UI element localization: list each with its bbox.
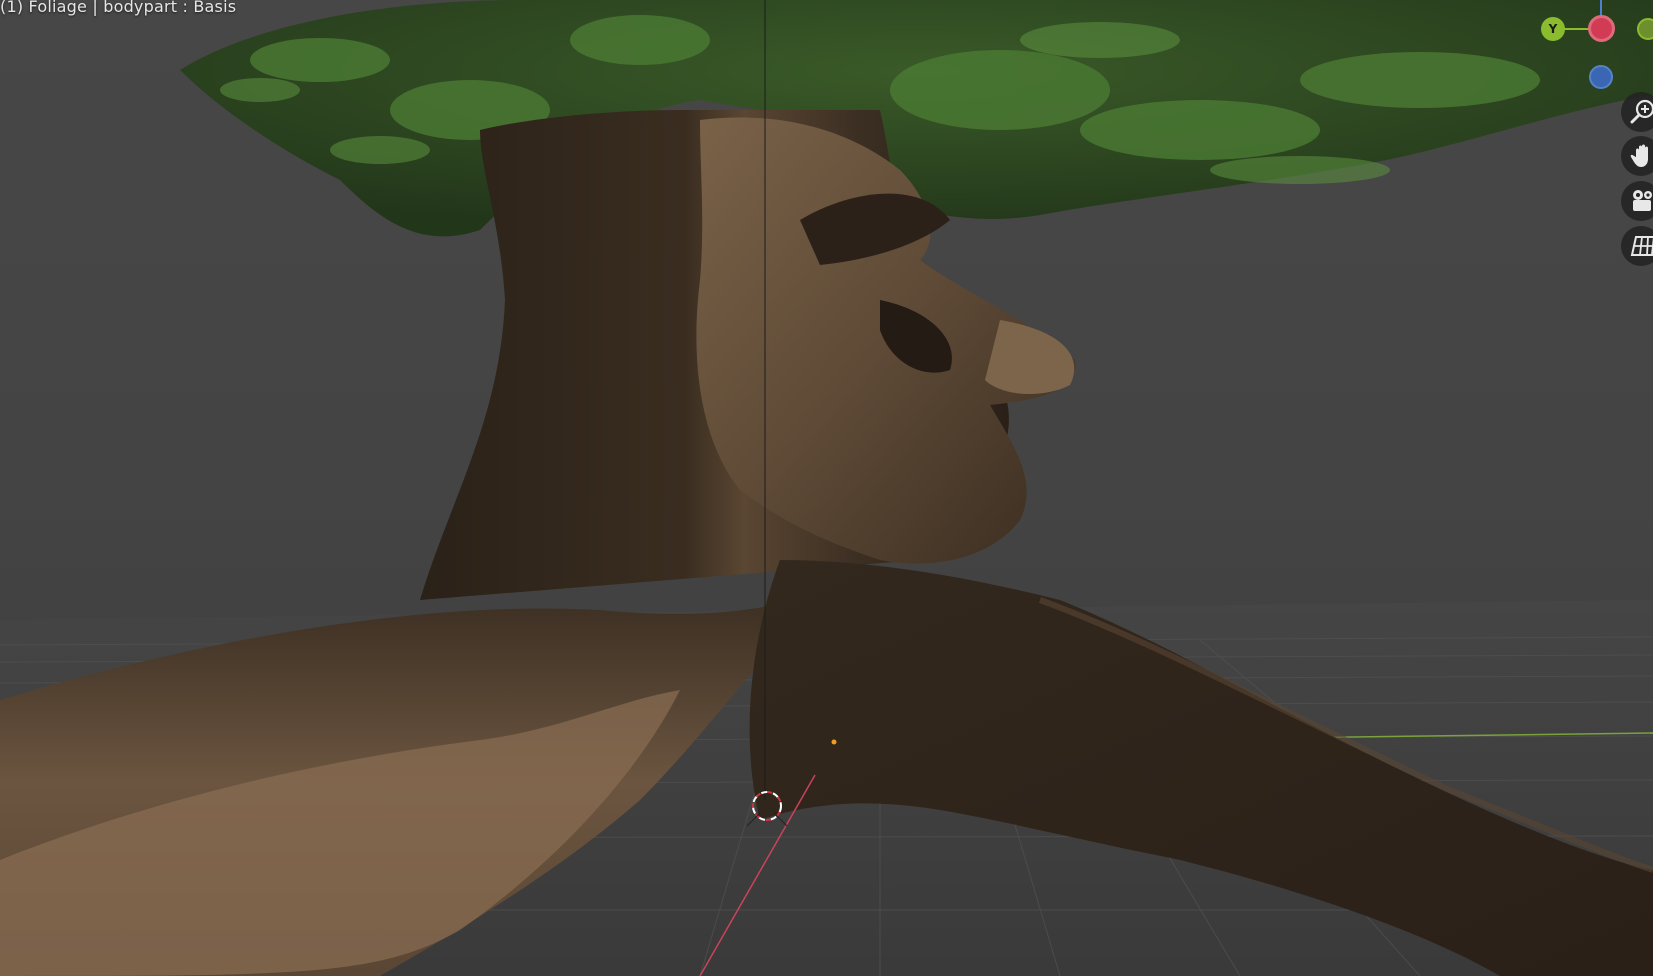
- hand-icon: [1630, 144, 1648, 167]
- gizmo-negative-y-axis-button[interactable]: [1637, 18, 1653, 40]
- viewport-object-label: (1) Foliage | bodypart : Basis: [0, 0, 237, 16]
- gizmo-y-axis-line: [1564, 28, 1590, 30]
- zoom-in-icon: [1630, 99, 1653, 124]
- pan-button[interactable]: [1621, 136, 1653, 176]
- gizmo-y-axis-button[interactable]: Y: [1541, 17, 1565, 41]
- 3d-viewport[interactable]: (1) Foliage | bodypart : Basis Y: [0, 0, 1653, 976]
- gizmo-negative-z-axis-button[interactable]: [1589, 65, 1613, 89]
- scene-render: [0, 0, 1653, 976]
- camera-icon: [1633, 190, 1652, 211]
- camera-view-button[interactable]: [1621, 181, 1653, 221]
- gizmo-z-axis-line: [1600, 0, 1602, 16]
- gizmo-x-axis-button[interactable]: [1588, 15, 1615, 42]
- navigation-gizmo[interactable]: Y: [1500, 0, 1653, 100]
- grid-icon: [1630, 236, 1653, 256]
- zoom-button[interactable]: [1621, 92, 1653, 132]
- perspective-toggle-button[interactable]: [1621, 226, 1653, 266]
